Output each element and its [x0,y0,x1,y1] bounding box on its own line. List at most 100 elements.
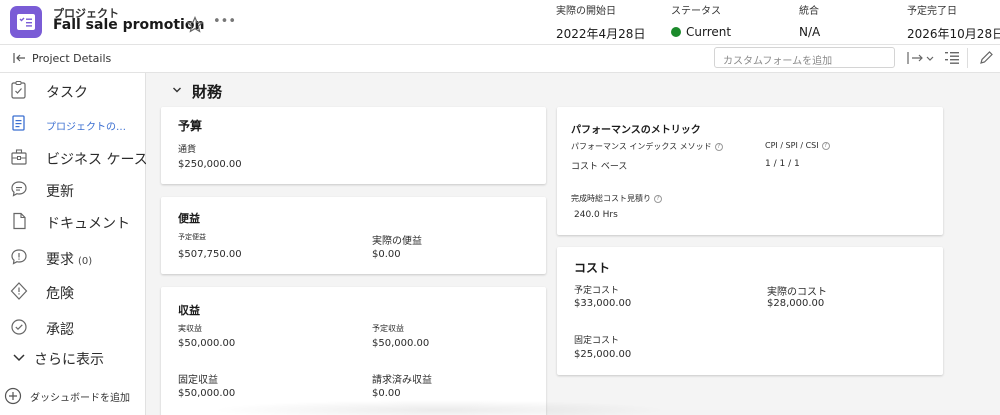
card-title: 収益 [178,304,200,317]
field-value[interactable]: $507,750.00 [178,249,242,260]
add-dashboard-label: ダッシュボードを追加 [30,393,130,404]
chevron-down-icon[interactable] [172,86,182,94]
sidebar: タスク プロジェクトの… ビジネス ケース 更新 ドキュメント 要求 (0) 危… [0,73,148,415]
more-options-icon[interactable]: ••• [213,14,236,29]
toolbar-divider [967,48,968,68]
meta-label: ステータス [671,6,721,17]
meta-value[interactable]: 2026年10月28日 [907,25,1000,42]
meta-actual-start: 実際の開始日 2022年4月28日 [556,2,645,42]
sidebar-item-updates[interactable]: 更新 [0,175,146,205]
requests-label: 要求 [46,252,74,268]
chat-bubble-icon [11,181,27,197]
meta-value[interactable]: N/A [799,25,820,39]
meta-planned-completion: 予定完了日 2026年10月28日 [907,2,1000,42]
section-title[interactable]: 財務 [192,81,222,102]
scroll-shadow [210,400,670,415]
field-label: 予定コスト [574,286,620,296]
field-label: 固定収益 [178,375,218,386]
sidebar-item-documents[interactable]: ドキュメント [0,207,146,237]
field-value[interactable]: $28,000.00 [767,298,824,309]
project-details-link[interactable]: Project Details [32,52,111,65]
collapse-panel-icon[interactable] [13,52,27,64]
briefcase-icon [11,149,27,165]
field-value[interactable]: $250,000.00 [178,159,242,170]
meta-label: 統合 [799,6,819,17]
meta-label: 予定完了日 [907,6,957,17]
field-value[interactable]: $33,000.00 [574,298,631,309]
pencil-edit-icon[interactable] [978,50,994,66]
field-value[interactable]: $25,000.00 [574,349,631,360]
field-value[interactable]: $50,000.00 [178,338,235,349]
meta-status: ステータス Current [671,2,731,39]
requests-count: (0) [78,256,93,267]
card-title: 予算 [178,119,203,133]
sidebar-item-requests[interactable]: 要求 (0) [0,243,146,273]
plus-circle-icon [4,387,22,405]
field-label: 実際のコスト [767,287,827,298]
revenue-card: 収益 実収益 $50,000.00 予定収益 $50,000.00 固定収益 $… [161,287,546,415]
custom-form-input[interactable]: カスタムフォームを追加 [714,47,895,68]
field-value[interactable]: $50,000.00 [178,388,235,399]
cost-card: コスト 予定コスト $33,000.00 実際のコスト $28,000.00 固… [557,247,943,375]
details-toolbar: Project Details カスタムフォームを追加 [0,45,1000,73]
request-bubble-icon [11,249,27,265]
field-label: 実際の便益 [372,236,422,247]
warning-diamond-icon [10,282,28,300]
sidebar-item-label: プロジェクトの… [46,122,126,133]
sidebar-item-tasks[interactable]: タスク [0,76,146,106]
card-title: コスト [574,261,611,275]
status-dot-icon [671,27,681,37]
star-icon[interactable] [186,16,204,34]
status-value[interactable]: Current [671,25,731,39]
sidebar-item-risks[interactable]: 危険 [0,277,146,307]
document-lines-icon [12,115,25,131]
field-value[interactable]: $0.00 [372,249,401,260]
field-value[interactable]: $50,000.00 [372,338,429,349]
sidebar-item-show-more[interactable]: さらに表示 [0,343,146,373]
project-app-icon [10,6,42,38]
field-label: パフォーマンス インデックス メソッド? [571,141,723,152]
help-icon[interactable]: ? [654,195,662,203]
card-title: 便益 [178,212,200,225]
field-value[interactable]: $0.00 [372,388,401,399]
status-text: Current [686,25,732,39]
meta-value[interactable]: 2022年4月28日 [556,25,645,42]
budget-card: 予算 通貨 $250,000.00 [161,107,546,184]
sidebar-item-label: ドキュメント [46,216,130,232]
checklist-icon [11,81,26,99]
check-circle-icon [11,319,27,335]
add-dashboard-button[interactable]: ダッシュボードを追加 [4,384,144,408]
page-title[interactable]: Fall sale promotion [53,17,204,33]
sidebar-item-label: 危険 [46,286,74,302]
sidebar-item-label: ビジネス ケース [46,152,148,168]
list-layout-icon[interactable] [944,50,960,66]
field-value[interactable]: 240.0 Hrs [574,210,618,220]
field-label: 固定コスト [574,336,620,346]
sidebar-item-label: 更新 [46,184,74,200]
sidebar-item-label: タスク [46,85,88,101]
field-label: 実収益 [178,324,202,333]
sidebar-item-approvals[interactable]: 承認 [0,313,146,343]
file-icon [13,212,26,230]
card-title: パフォーマンスのメトリック [571,125,701,136]
sidebar-item-project-details[interactable]: プロジェクトの… [0,109,146,139]
sidebar-item-label: さらに表示 [34,352,104,368]
meta-integration: 統合 N/A [799,2,820,39]
field-value[interactable]: コスト ベース [571,159,627,172]
method-label-text: パフォーマンス インデックス メソッド [571,142,712,151]
help-icon[interactable]: ? [714,143,723,151]
field-label: CPI / SPI / CSI? [765,141,830,150]
field-value[interactable]: 1 / 1 / 1 [765,159,800,169]
help-icon[interactable]: ? [821,142,830,150]
main-content: 財務 予算 通貨 $250,000.00 便益 予定便益 $507,750.00… [146,73,1000,415]
eac-label-text: 完成時総コスト見積り [571,194,651,203]
share-export-icon[interactable] [906,50,936,66]
meta-label: 実際の開始日 [556,6,616,17]
sidebar-item-business-case[interactable]: ビジネス ケース [0,143,148,173]
benefits-card: 便益 予定便益 $507,750.00 実際の便益 $0.00 [161,197,546,274]
cpi-label-text: CPI / SPI / CSI [765,141,819,150]
field-label: 通貨 [178,145,197,155]
chevron-down-icon [13,354,25,362]
page-header: プロジェクト Fall sale promotion ••• 実際の開始日 20… [0,0,1000,45]
sidebar-item-label: 承認 [46,322,74,338]
